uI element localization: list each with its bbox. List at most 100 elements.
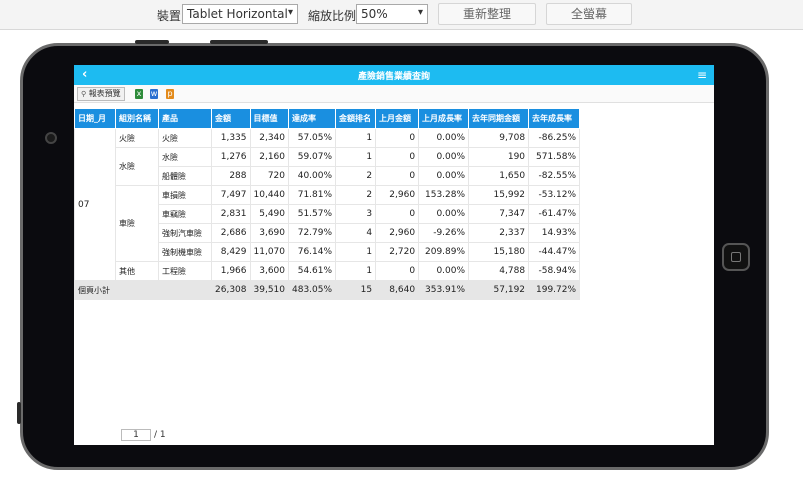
table-row: 07 火險 火險 1,335 2,340 57.05% 1 0 0.00% 9,… [74,128,581,281]
product-cell: 水險 [158,147,212,167]
column-header[interactable]: 去年同期金額 [468,108,530,129]
last-month-cell: 0 [375,261,420,281]
chevron-down-icon: ▾ [417,7,423,18]
rate-cell: 71.81% [287,185,337,205]
target-cell: 720 [249,166,289,186]
tablet-side-button [135,40,169,44]
rank-cell: 15 [335,280,377,300]
amount-cell: 7,497 [211,185,251,205]
target-cell: 3,690 [249,223,289,243]
rate-cell: 54.61% [287,261,337,281]
device-select[interactable]: Tablet Horizontal ▾ [182,4,298,24]
last-year-cell: 57,192 [468,280,530,300]
rate-cell: 72.79% [287,223,337,243]
tablet-screen: ‹ 產險銷售業績查詢 ≡ ⚲ 報表預覽 x w p 日期_月 組別名稱 產品 金… [74,65,714,445]
target-cell: 3,600 [249,261,289,281]
amount-cell: 8,429 [211,242,251,262]
yoy-cell: -53.12% [528,185,581,205]
yoy-cell: 571.58% [528,147,581,167]
mom-cell: 0.00% [418,204,470,224]
search-icon: ⚲ [81,90,87,98]
page-number-input[interactable]: 1 [121,429,151,441]
last-month-cell: 2,960 [375,223,420,243]
rate-cell: 51.57% [287,204,337,224]
target-cell: 11,070 [249,242,289,262]
rate-cell: 483.05% [287,280,337,300]
empty-cell [158,280,212,300]
last-month-cell: 0 [375,147,420,167]
yoy-cell: -86.25% [528,128,581,148]
table-header-row: 日期_月 組別名稱 產品 金額 目標值 達成率 金額排名 上月金額 上月成長率 … [74,108,581,129]
column-header[interactable]: 組別名稱 [115,108,159,129]
last-year-cell: 4,788 [468,261,530,281]
report-preview-button[interactable]: ⚲ 報表預覽 [77,87,125,101]
print-icon[interactable]: p [166,89,174,99]
column-header[interactable]: 產品 [158,108,212,129]
tablet-side-button [17,402,21,424]
zoom-select[interactable]: 50% ▾ [356,4,428,24]
menu-icon[interactable]: ≡ [697,68,707,82]
yoy-cell: -58.94% [528,261,581,281]
amount-cell: 288 [211,166,251,186]
target-cell: 2,160 [249,147,289,167]
column-header[interactable]: 金額排名 [335,108,377,129]
top-toolbar: 裝置 Tablet Horizontal ▾ 縮放比例 50% ▾ 重新整理 全… [0,0,803,30]
product-cell: 強制機車險 [158,242,212,262]
column-header[interactable]: 上月成長率 [418,108,470,129]
page-total: / 1 [154,430,166,440]
mom-cell: 0.00% [418,128,470,148]
column-header[interactable]: 目標值 [249,108,289,129]
zoom-select-value: 50% [361,7,388,21]
square-icon [731,252,741,262]
rank-cell: 2 [335,185,377,205]
table-row: 其他 工程險 1,966 3,600 54.61% 1 0 0.00% 4,78… [75,261,581,281]
empty-cell [115,280,159,300]
chevron-down-icon: ▾ [287,7,293,18]
last-month-cell: 8,640 [375,280,420,300]
product-cell: 船體險 [158,166,212,186]
word-export-icon[interactable]: w [150,89,158,99]
reset-button[interactable]: 重新整理 [438,3,536,25]
report-toolbar: ⚲ 報表預覽 x w p [74,85,714,103]
rank-cell: 1 [335,242,377,262]
page-title: 產險銷售業績查詢 [357,72,430,82]
last-year-cell: 15,992 [468,185,530,205]
rate-cell: 76.14% [287,242,337,262]
amount-cell: 2,686 [211,223,251,243]
excel-export-icon[interactable]: x [135,89,143,99]
report-preview-label: 報表預覽 [88,89,121,98]
last-month-cell: 0 [375,204,420,224]
column-header[interactable]: 達成率 [287,108,337,129]
rate-cell: 40.00% [287,166,337,186]
group-cell: 水險 [115,147,159,186]
tablet-side-button [210,40,268,44]
column-header[interactable]: 金額 [211,108,251,129]
last-year-cell: 2,337 [468,223,530,243]
fullscreen-button[interactable]: 全螢幕 [546,3,632,25]
column-header[interactable]: 上月金額 [375,108,420,129]
mom-cell: 353.91% [418,280,470,300]
mom-cell: 209.89% [418,242,470,262]
last-year-cell: 190 [468,147,530,167]
amount-cell: 1,966 [211,261,251,281]
group-cell: 火險 [115,128,159,148]
column-header[interactable]: 日期_月 [74,108,116,129]
pager: 1/ 1 [121,429,166,441]
target-cell: 2,340 [249,128,289,148]
subtotal-row: 個頁小計 26,308 39,510 483.05% 15 8,640 353.… [74,280,581,300]
amount-cell: 1,335 [211,128,251,148]
amount-cell: 26,308 [211,280,251,300]
app-header: ‹ 產險銷售業績查詢 ≡ [74,65,714,85]
last-year-cell: 1,650 [468,166,530,186]
column-header[interactable]: 去年成長率 [528,108,581,129]
rank-cell: 1 [335,261,377,281]
last-year-cell: 9,708 [468,128,530,148]
rank-cell: 3 [335,204,377,224]
product-cell: 車損險 [158,185,212,205]
device-select-value: Tablet Horizontal [187,7,288,21]
zoom-label: 縮放比例 [308,9,357,23]
home-button[interactable] [722,243,750,271]
mom-cell: -9.26% [418,223,470,243]
yoy-cell: 199.72% [528,280,581,300]
month-cell: 07 [74,128,116,281]
